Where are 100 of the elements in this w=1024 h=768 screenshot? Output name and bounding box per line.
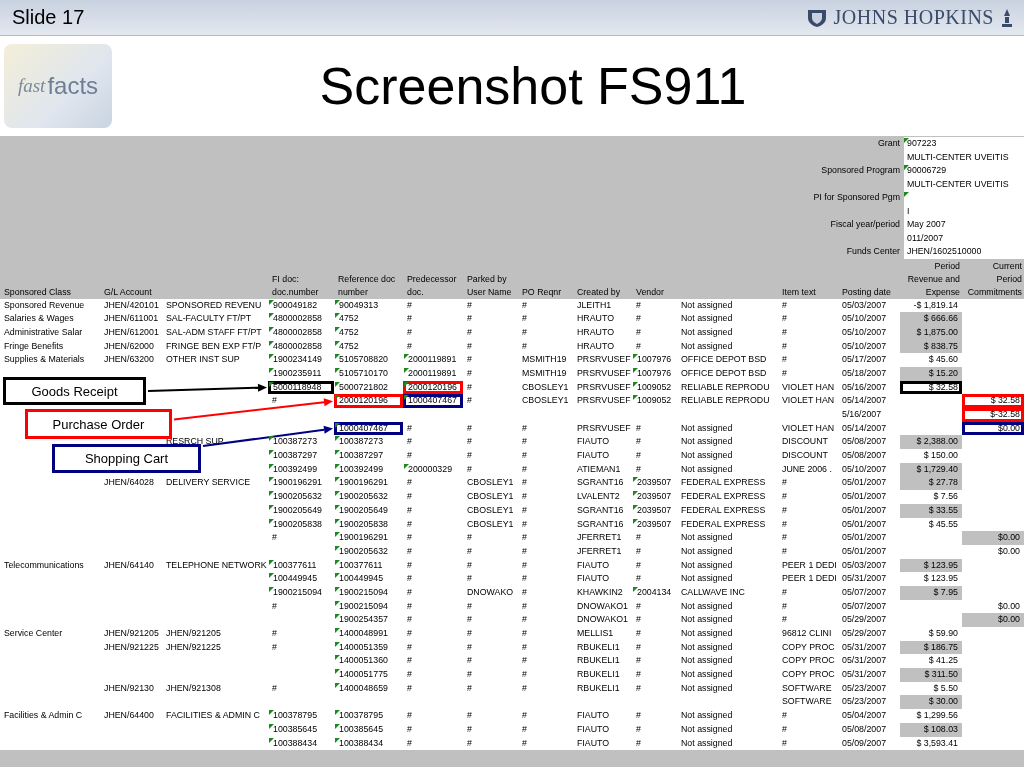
table-cell-text: Not assigned bbox=[680, 531, 734, 545]
table-cell-text: # bbox=[406, 585, 413, 599]
table-cell-text: # bbox=[406, 435, 413, 449]
table-cell-text: $ 1,299.56 bbox=[915, 709, 959, 723]
table-cell-text: JHEN/921308 bbox=[165, 681, 222, 695]
table-cell-text: JHEN/921205 bbox=[165, 627, 222, 640]
table-cell-text: 1900205649 bbox=[272, 503, 323, 517]
table-cell-text: PRSRVUSEF bbox=[576, 366, 632, 380]
table-cell-text: SGRANT16 bbox=[576, 517, 625, 531]
table-cell-text: # bbox=[521, 517, 528, 531]
table-cell-text: # bbox=[635, 325, 642, 339]
table-cell-text: # bbox=[521, 462, 528, 476]
field-value: 907223 bbox=[907, 138, 937, 148]
table-cell-text: HRAUTO bbox=[576, 325, 615, 339]
table-cell-text: 4800002858 bbox=[272, 312, 323, 326]
table-cell-text: RBUKELI1 bbox=[576, 681, 621, 695]
column-header: Parked by User Name bbox=[467, 273, 512, 297]
table-cell-text: FIAUTO bbox=[576, 558, 611, 572]
table-cell-text: VIOLET HAN bbox=[781, 421, 836, 435]
table-cell: $ 1,729.40 bbox=[900, 462, 962, 477]
table-cell-text: # bbox=[781, 613, 788, 627]
table-cell-text: # bbox=[406, 544, 413, 558]
table-cell-text: # bbox=[635, 449, 642, 463]
table-cell-text: VIOLET HAN bbox=[781, 380, 836, 394]
table-cell-text: 1900196291 bbox=[272, 476, 323, 490]
logo-text: facts bbox=[47, 72, 99, 100]
table-cell-text: 05/01/2007 bbox=[841, 490, 888, 504]
table-cell-text: # bbox=[781, 366, 788, 380]
table-cell-text: 1900215094 bbox=[338, 585, 389, 599]
table-cell-text: # bbox=[406, 613, 413, 627]
table-cell-text: # bbox=[635, 572, 642, 586]
table-cell-text: CBOSLEY1 bbox=[521, 394, 570, 408]
table-cell-text: 4752 bbox=[338, 325, 360, 339]
table-cell-text: # bbox=[406, 599, 413, 613]
table-cell-text: # bbox=[466, 325, 473, 339]
table-cell-text: CBOSLEY1 bbox=[466, 476, 515, 490]
table-cell-text: Administrative Salar bbox=[3, 325, 84, 339]
table-cell-text: # bbox=[406, 449, 413, 463]
table-cell-text: 2039507 bbox=[636, 490, 673, 504]
table-cell-text: 05/04/2007 bbox=[841, 709, 888, 723]
table-cell-text: KHAWKIN2 bbox=[576, 585, 624, 599]
table-cell-text: # bbox=[466, 531, 473, 545]
table-cell-text: # bbox=[635, 722, 642, 736]
table-cell-text: # bbox=[781, 544, 788, 558]
table-cell-text: -$ 1,819.14 bbox=[912, 298, 959, 312]
table-cell-text: # bbox=[635, 421, 642, 435]
table-cell-text: Not assigned bbox=[680, 312, 734, 326]
table-cell-text: # bbox=[781, 476, 788, 490]
table-cell: $ 311.50 bbox=[900, 668, 962, 682]
table-cell: $ 32.58 bbox=[900, 380, 962, 395]
table-cell-text: $ 123.95 bbox=[922, 572, 959, 586]
table-cell-text: # bbox=[521, 531, 528, 545]
table-cell-text: Service Center bbox=[3, 627, 64, 640]
table-cell-text: Sponsored Revenue bbox=[3, 298, 86, 312]
table-cell-text: # bbox=[781, 353, 788, 367]
table-cell-text: # bbox=[406, 503, 413, 517]
callout-label: Shopping Cart bbox=[52, 444, 201, 473]
table-cell-text: # bbox=[521, 681, 528, 695]
table-cell-text: JHEN/63200 bbox=[103, 353, 155, 367]
table-cell-text: 100378795 bbox=[272, 709, 319, 723]
table-cell-text: # bbox=[781, 298, 788, 312]
table-cell-text: DISCOUNT bbox=[781, 435, 829, 449]
table-cell-text: # bbox=[781, 709, 788, 723]
table-cell: 2000120196 bbox=[403, 380, 463, 395]
table-cell-text: # bbox=[521, 585, 528, 599]
table-cell-text: Not assigned bbox=[680, 298, 734, 312]
table-cell-text: 05/08/2007 bbox=[841, 449, 888, 463]
table-cell-text: 1900196291 bbox=[338, 531, 389, 545]
table-cell-text: # bbox=[406, 339, 413, 353]
table-cell-text: VIOLET HAN bbox=[781, 394, 836, 408]
table-cell-text: 5/16/2007 bbox=[841, 408, 883, 421]
table-cell-text: # bbox=[781, 490, 788, 504]
table-cell-text: 05/01/2007 bbox=[841, 531, 888, 545]
table-cell-text: HRAUTO bbox=[576, 339, 615, 353]
table-cell-text: FEDERAL EXPRESS bbox=[680, 476, 767, 490]
column-header: Predecessor doc. bbox=[407, 273, 457, 297]
table-cell-text: DNOWAKO1 bbox=[576, 613, 629, 627]
table-cell-text: 5105708820 bbox=[338, 353, 389, 367]
shield-icon bbox=[805, 7, 828, 28]
table-cell-text: # bbox=[271, 640, 278, 654]
table-cell-text: OFFICE DEPOT BSD bbox=[680, 353, 768, 367]
table-cell-text: 1400048659 bbox=[338, 681, 389, 695]
table-cell-text: # bbox=[466, 599, 473, 613]
table-cell-text: FIAUTO bbox=[576, 572, 611, 586]
brand-name: JOHNS HOPKINS bbox=[833, 6, 994, 29]
field-label: Grant bbox=[878, 138, 900, 148]
table-cell-text: 05/23/2007 bbox=[841, 681, 888, 695]
table-cell-text: JHEN/921225 bbox=[103, 640, 160, 654]
column-header: Item text bbox=[782, 286, 816, 297]
table-cell-text: # bbox=[466, 339, 473, 353]
table-cell-text: # bbox=[271, 599, 278, 613]
table-cell-text: 05/31/2007 bbox=[841, 572, 888, 586]
table-cell-text: 05/10/2007 bbox=[841, 339, 888, 353]
table-cell-text: # bbox=[635, 640, 642, 654]
column-header: G/L Account bbox=[104, 286, 152, 297]
table-cell: $ 32.58 bbox=[962, 394, 1024, 408]
table-cell-text: # bbox=[781, 585, 788, 599]
table-cell-text: # bbox=[521, 722, 528, 736]
table-cell: 1000407467 bbox=[403, 394, 463, 408]
table-cell-text: 1400051359 bbox=[338, 640, 389, 654]
